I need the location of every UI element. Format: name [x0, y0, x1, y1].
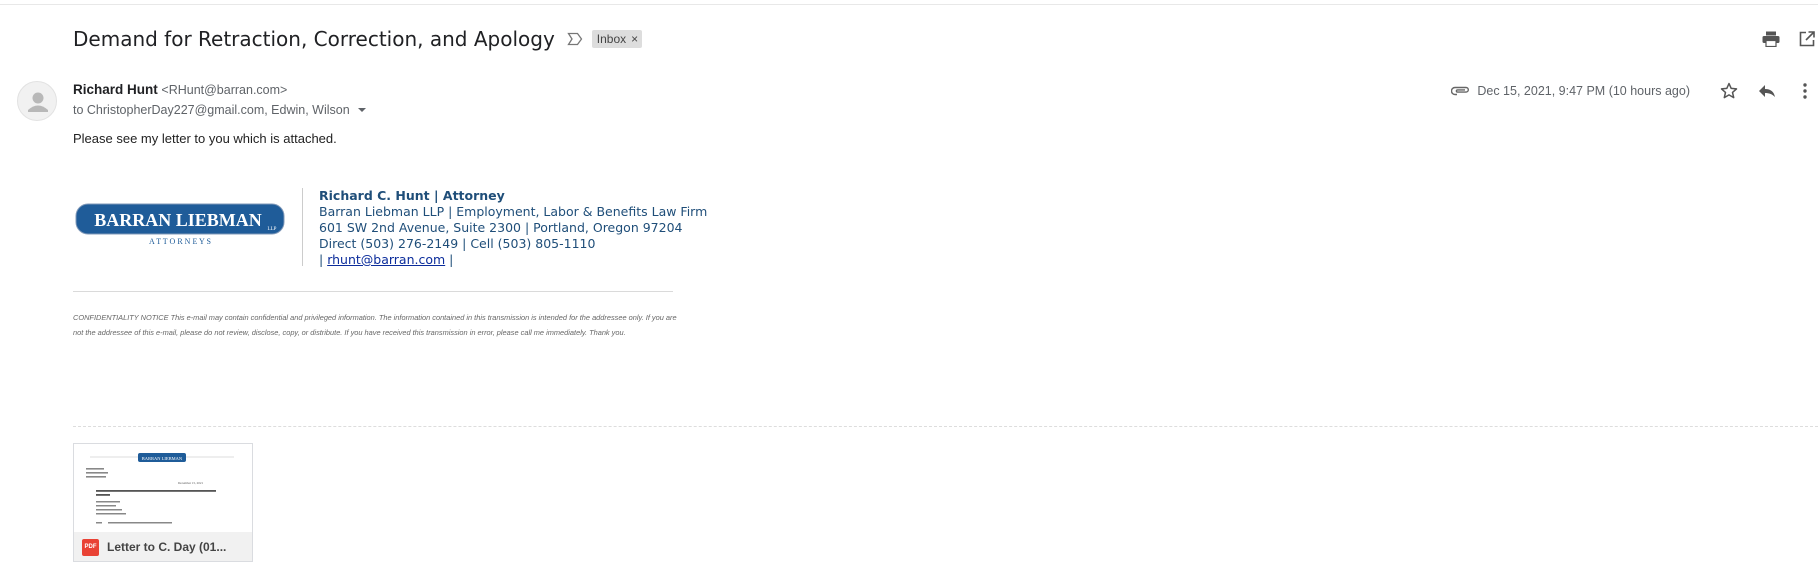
- sender-line: Richard Hunt <RHunt@barran.com>: [73, 82, 287, 97]
- reply-icon[interactable]: [1754, 80, 1780, 102]
- logo-text: BARRAN LIEBMAN: [94, 210, 262, 230]
- attachment-footer: PDF Letter to C. Day (01...: [74, 532, 252, 561]
- top-divider: [0, 4, 1818, 5]
- print-icon[interactable]: [1760, 28, 1782, 50]
- thread-actions: [1746, 28, 1818, 50]
- label-chip-text: Inbox: [596, 32, 627, 46]
- thumb-date-text: December 15, 2021: [178, 481, 203, 486]
- sender-name[interactable]: Richard Hunt: [73, 82, 158, 97]
- show-details-dropdown[interactable]: [357, 108, 366, 112]
- signature-rule: [73, 291, 673, 292]
- message-date: Dec 15, 2021, 9:47 PM (10 hours ago): [1477, 84, 1690, 98]
- confidentiality-notice: CONFIDENTIALITY NOTICE This e-mail may c…: [73, 313, 677, 337]
- signature-email-prefix: |: [319, 252, 328, 267]
- attachment-name: Letter to C. Day (01...: [107, 540, 227, 554]
- star-icon[interactable]: [1716, 80, 1742, 102]
- signature-address: 601 SW 2nd Avenue, Suite 2300 | Portland…: [319, 220, 683, 235]
- importance-marker-icon[interactable]: [567, 32, 583, 46]
- signature-email-suffix: |: [445, 252, 454, 267]
- default-avatar-icon: [28, 92, 48, 112]
- open-in-new-window-icon[interactable]: [1796, 28, 1818, 50]
- recipients-text: to ChristopherDay227@gmail.com, Edwin, W…: [73, 103, 350, 117]
- thumb-logo-text: BARRAN LIEBMAN: [142, 456, 183, 461]
- sender-avatar[interactable]: [17, 81, 57, 121]
- signature-divider: [302, 188, 303, 266]
- firm-logo: BARRAN LIEBMAN LLP A T T O R N E Y S: [75, 203, 285, 247]
- paperclip-icon: [1451, 84, 1471, 98]
- message-meta: Dec 15, 2021, 9:47 PM (10 hours ago): [1451, 80, 1818, 102]
- subject-row: Demand for Retraction, Correction, and A…: [73, 24, 643, 54]
- logo-subtext: A T T O R N E Y S: [149, 237, 211, 246]
- signature-phones: Direct (503) 276-2149 | Cell (503) 805-1…: [319, 236, 596, 251]
- email-subject: Demand for Retraction, Correction, and A…: [73, 27, 555, 51]
- more-vertical-icon[interactable]: [1792, 80, 1818, 102]
- signature-email-line: | rhunt@barran.com |: [319, 252, 707, 268]
- sender-email: <RHunt@barran.com>: [161, 83, 288, 97]
- signature-block: Richard C. Hunt | Attorney Barran Liebma…: [319, 188, 707, 268]
- recipients-line: to ChristopherDay227@gmail.com, Edwin, W…: [73, 103, 366, 117]
- remove-label-icon[interactable]: ×: [631, 32, 638, 46]
- attachment-thumbnail: BARRAN LIEBMAN December 15, 2021: [74, 444, 252, 532]
- signature-name-title: Richard C. Hunt | Attorney: [319, 188, 505, 203]
- label-chip-inbox: Inbox ×: [591, 30, 643, 48]
- logo-suffix: LLP: [268, 227, 277, 232]
- signature-firm: Barran Liebman LLP | Employment, Labor &…: [319, 204, 708, 219]
- signature-email-link[interactable]: rhunt@barran.com: [327, 252, 445, 267]
- attachments-divider: [73, 426, 1818, 427]
- email-body-text: Please see my letter to you which is att…: [73, 131, 337, 146]
- pdf-file-icon: PDF: [82, 538, 99, 556]
- attachment-card[interactable]: BARRAN LIEBMAN December 15, 2021 PDF Let…: [73, 443, 253, 562]
